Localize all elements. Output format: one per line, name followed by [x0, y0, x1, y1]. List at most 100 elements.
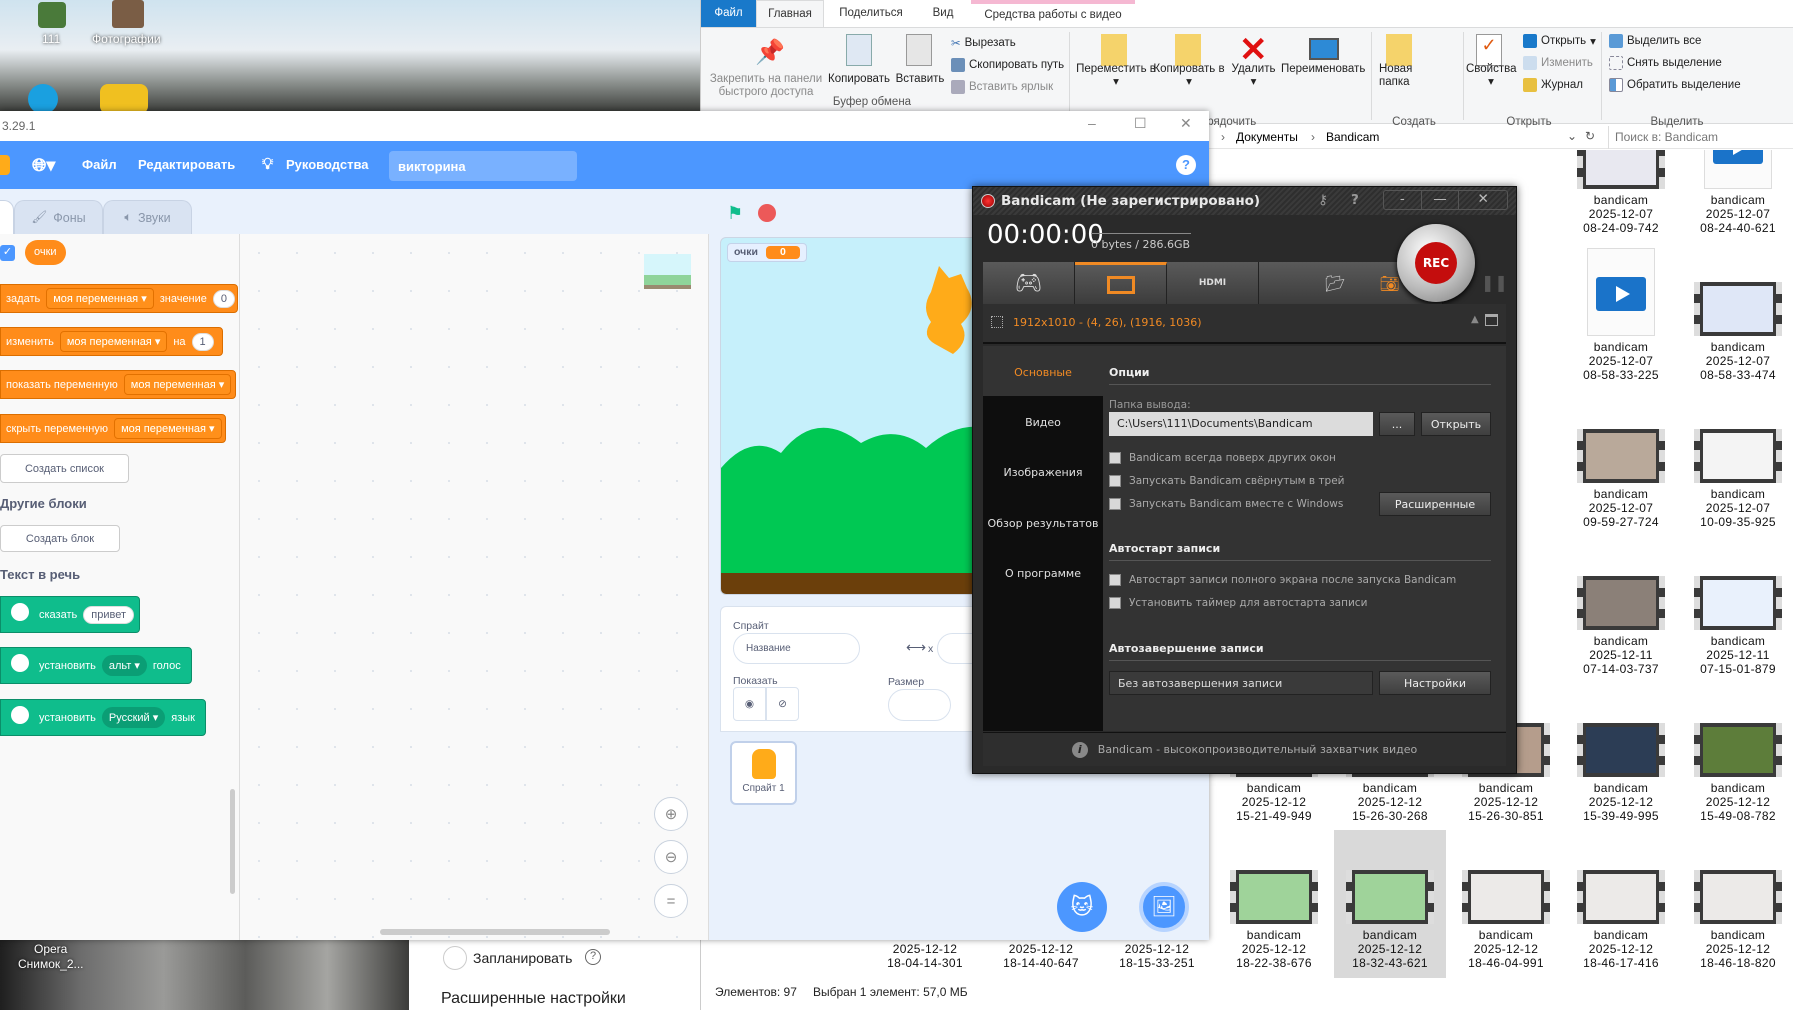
cat-sprite[interactable]: [926, 266, 972, 354]
pause-icon[interactable]: ❚❚: [1481, 273, 1508, 292]
maximize-button[interactable]: ☐: [1134, 115, 1147, 132]
pin-quick-access-button[interactable]: Закрепить на панели быстрого доступа: [706, 73, 826, 99]
file-item[interactable]: bandicam 2025-12-07 08-24-09-742: [1565, 150, 1677, 245]
file-item[interactable]: bandicam 2025-12-07 10-09-35-925: [1682, 389, 1793, 539]
move-to-button[interactable]: Переместить в ▾: [1076, 63, 1156, 89]
hide-variable-block[interactable]: скрыть переменную моя переменная ▾: [0, 414, 226, 443]
always-on-top-checkbox[interactable]: Bandicam всегда поверх других окон: [1109, 452, 1336, 464]
sprite-name-input[interactable]: Название: [733, 633, 860, 664]
variable-checkbox[interactable]: ✓: [0, 245, 15, 261]
menu-tutorials[interactable]: Руководства: [286, 141, 369, 189]
tab-view[interactable]: Вид: [923, 0, 963, 27]
copy-path-button[interactable]: Скопировать путь: [951, 58, 1064, 72]
open-button[interactable]: Открыть ▾: [1523, 34, 1596, 48]
globe-icon[interactable]: 🌐︎▾: [32, 141, 55, 189]
select-all-button[interactable]: Выделить все: [1609, 34, 1701, 48]
camera-icon[interactable]: 📷︎: [1379, 274, 1399, 293]
tab-home[interactable]: Главная: [756, 0, 824, 27]
menu-edit[interactable]: Редактировать: [138, 141, 235, 189]
code-area[interactable]: ⊕ ⊖ =: [240, 234, 709, 940]
output-folder-input[interactable]: C:\Users\111\Documents\Bandicam: [1109, 412, 1373, 436]
hide-button[interactable]: ⊘: [766, 687, 799, 721]
help-icon[interactable]: ?: [1351, 192, 1359, 208]
device-mode-tab[interactable]: HDMI: [1167, 262, 1259, 304]
file-item[interactable]: bandicam 2025-12-12 18-32-43-621: [1334, 830, 1446, 978]
value-input[interactable]: 1: [191, 332, 214, 351]
sprite-tile[interactable]: Спрайт 1: [730, 741, 797, 805]
tab-file[interactable]: Файл: [701, 0, 756, 27]
start-minimized-checkbox[interactable]: Запускать Bandicam свёрнутым в трей: [1109, 475, 1345, 487]
tab-code[interactable]: [0, 200, 14, 234]
history-button[interactable]: Журнал: [1523, 78, 1583, 92]
key-icon[interactable]: ⚷: [1318, 192, 1328, 208]
game-mode-tab[interactable]: 🎮︎: [983, 262, 1075, 304]
edit-button[interactable]: Изменить: [1523, 56, 1593, 70]
browse-button[interactable]: ...: [1379, 412, 1415, 436]
set-variable-block[interactable]: задать моя переменная ▾ значение 0: [0, 284, 238, 313]
select-none-button[interactable]: Снять выделение: [1609, 56, 1722, 70]
variable-reporter[interactable]: очки: [25, 240, 66, 265]
advanced-button[interactable]: Расширенные: [1379, 492, 1491, 516]
file-item[interactable]: bandicam 2025-12-12 15-39-49-995: [1565, 683, 1677, 833]
zoom-reset-button[interactable]: =: [654, 884, 688, 918]
zoom-in-button[interactable]: ⊕: [654, 797, 688, 831]
close-button[interactable]: ✕: [1180, 115, 1192, 132]
set-voice-block[interactable]: установить альт ▾ голос: [0, 647, 192, 684]
file-item[interactable]: bandicam 2025-12-12 15-49-08-782: [1682, 683, 1793, 833]
cut-button[interactable]: ✂ Вырезать: [951, 36, 1016, 50]
screen-mode-tab[interactable]: [1075, 262, 1167, 304]
file-item[interactable]: bandicam 2025-12-11 07-15-01-879: [1682, 536, 1793, 686]
properties-button[interactable]: Свойства ▾: [1466, 63, 1517, 89]
text-input[interactable]: привет: [83, 605, 134, 624]
user-folder-icon[interactable]: [38, 2, 66, 28]
search-input[interactable]: Поиск в: Bandicam: [1608, 126, 1793, 149]
collapse-icon[interactable]: ▲: [1471, 314, 1479, 325]
close-button[interactable]: ✕: [1459, 191, 1507, 209]
paste-shortcut-button[interactable]: Вставить ярлык: [951, 80, 1053, 94]
copy-button[interactable]: Копировать: [826, 73, 892, 86]
variable-dropdown[interactable]: моя переменная ▾: [114, 418, 222, 439]
schedule-radio[interactable]: [443, 946, 467, 970]
make-block-button[interactable]: Создать блок: [0, 525, 120, 552]
zoom-out-button[interactable]: ⊖: [654, 840, 688, 874]
start-with-windows-checkbox[interactable]: Запускать Bandicam вместе с Windows: [1109, 498, 1343, 510]
tab-sounds[interactable]: 🔈︎ Звуки: [103, 200, 192, 234]
minimize-button[interactable]: –: [1088, 115, 1096, 131]
add-backdrop-button[interactable]: 🖼︎: [1139, 882, 1189, 932]
autostart-fullscreen-checkbox[interactable]: Автостарт записи полного экрана после за…: [1109, 574, 1456, 586]
history-dropdown-icon[interactable]: ⌄: [1567, 129, 1577, 143]
nav-about[interactable]: О программе: [983, 567, 1103, 580]
show-variable-block[interactable]: показать переменную моя переменная ▾: [0, 370, 236, 399]
autostop-settings-button[interactable]: Настройки: [1379, 671, 1491, 695]
palette-scrollbar[interactable]: [230, 789, 235, 894]
stop-icon[interactable]: [758, 204, 776, 222]
help-icon[interactable]: ?: [585, 949, 601, 965]
window-mode-icon[interactable]: [1485, 314, 1498, 326]
file-item[interactable]: bandicam 2025-12-07 09-59-27-724: [1565, 389, 1677, 539]
voice-dropdown[interactable]: альт ▾: [101, 655, 147, 676]
value-input[interactable]: 0: [212, 289, 236, 308]
autostart-timer-checkbox[interactable]: Установить таймер для автостарта записи: [1109, 597, 1367, 609]
photos-icon[interactable]: [112, 0, 144, 28]
tab-backdrops[interactable]: 🖌︎ Фоны: [14, 200, 103, 234]
file-item[interactable]: bandicam 2025-12-12 18-46-04-991: [1450, 830, 1562, 978]
edge-icon[interactable]: [28, 84, 58, 111]
paste-button[interactable]: Вставить: [894, 73, 946, 86]
invert-selection-button[interactable]: Обратить выделение: [1609, 78, 1741, 92]
tab-share[interactable]: Поделиться: [831, 0, 911, 27]
new-folder-button[interactable]: Новая папка: [1379, 63, 1419, 89]
help-icon[interactable]: ?: [1176, 155, 1196, 175]
nav-output[interactable]: Обзор результатов: [983, 517, 1103, 530]
copy-to-button[interactable]: Копировать в ▾: [1153, 63, 1225, 89]
variable-dropdown[interactable]: моя переменная ▾: [123, 374, 232, 395]
speak-block[interactable]: сказать привет: [0, 596, 140, 633]
file-item[interactable]: bandicam 2025-12-12 18-46-17-416: [1565, 830, 1677, 978]
tab-video-tools[interactable]: Средства работы с видео: [971, 0, 1135, 27]
refresh-icon[interactable]: ↻: [1585, 129, 1595, 143]
project-title-input[interactable]: викторина: [389, 151, 577, 181]
green-flag-icon[interactable]: ⚑: [727, 203, 743, 224]
set-language-block[interactable]: установить Русский ▾ язык: [0, 699, 206, 736]
folder-icon[interactable]: 📂︎: [1325, 274, 1345, 293]
file-item[interactable]: bandicam 2025-12-07 08-24-40-621: [1682, 150, 1793, 245]
nav-images[interactable]: Изображения: [983, 466, 1103, 479]
